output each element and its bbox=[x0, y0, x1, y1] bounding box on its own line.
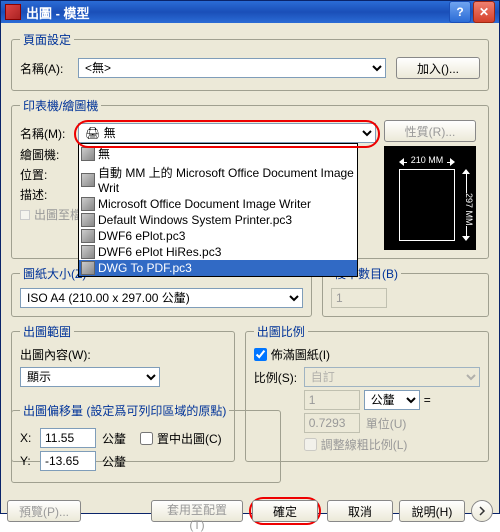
fit-to-paper-label: 佈滿圖紙(I) bbox=[271, 346, 330, 363]
help-button[interactable]: 說明(H) bbox=[399, 500, 465, 522]
center-plot-label: 置中出圖(C) bbox=[157, 430, 222, 447]
scale-select: 自訂 bbox=[304, 367, 480, 387]
cancel-button[interactable]: 取消 bbox=[327, 500, 393, 522]
plotter-label: 繪圖機: bbox=[20, 146, 78, 163]
description-label: 描述: bbox=[20, 186, 78, 203]
scale-num-input bbox=[304, 390, 360, 410]
preview-page bbox=[399, 169, 455, 241]
printer-icon bbox=[81, 245, 95, 259]
plot-offset-group: 出圖偏移量 (設定爲可列印區域的原點) X: 公釐 置中出圖(C) Y: 公釐 bbox=[11, 402, 281, 483]
printer-icon bbox=[81, 213, 95, 227]
apply-to-layout-button: 套用至配置(T) bbox=[151, 500, 243, 522]
printer-option-none[interactable]: 無 bbox=[79, 144, 357, 163]
printer-option-dwg-to-pdf[interactable]: DWG To PDF.pc3 bbox=[79, 260, 357, 276]
printer-option-2[interactable]: Microsoft Office Document Image Writer bbox=[79, 196, 357, 212]
plot-offset-legend: 出圖偏移量 (設定爲可列印區域的原點) bbox=[20, 402, 229, 419]
printer-icon bbox=[81, 197, 95, 211]
printer-icon bbox=[81, 173, 95, 187]
add-page-setup-button[interactable]: 加入()... bbox=[396, 57, 480, 79]
app-icon bbox=[5, 4, 21, 20]
printer-legend: 印表機/繪圖機 bbox=[20, 97, 101, 114]
plot-dialog: 出圖 - 模型 ? ✕ 頁面設定 名稱(A): <無> 加入()... 印表機/… bbox=[0, 0, 500, 514]
width-arrow: 210 MM bbox=[399, 157, 455, 167]
expand-button[interactable] bbox=[471, 500, 493, 522]
red-highlight-ok: 確定 bbox=[249, 497, 321, 525]
printer-option-3[interactable]: Default Windows System Printer.pc3 bbox=[79, 212, 357, 228]
plot-scale-group: 出圖比例 佈滿圖紙(I) 比例(S): 自訂 公釐 = 單位(U) bbox=[245, 323, 489, 462]
printer-dropdown-list: 無 自動 MM 上的 Microsoft Office Document Ima… bbox=[78, 143, 358, 277]
window-title: 出圖 - 模型 bbox=[26, 3, 447, 22]
equals-label: = bbox=[424, 393, 431, 407]
page-name-select[interactable]: <無> bbox=[78, 58, 386, 78]
scale-label: 比例(S): bbox=[254, 369, 304, 386]
printer-name-select[interactable]: 🖨 無 無 自動 MM 上的 Microsoft Office Document… bbox=[78, 123, 376, 143]
plot-scale-legend: 出圖比例 bbox=[254, 323, 308, 340]
location-label: 位置: bbox=[20, 166, 78, 183]
printer-option-5[interactable]: DWF6 ePlot HiRes.pc3 bbox=[79, 244, 357, 260]
scale-unit-select[interactable]: 公釐 bbox=[364, 390, 420, 410]
plot-what-select[interactable]: 顯示 bbox=[20, 367, 160, 387]
scale-denom-input bbox=[304, 413, 360, 433]
plot-to-file-checkbox bbox=[20, 210, 30, 220]
plot-area-legend: 出圖範圍 bbox=[20, 323, 74, 340]
center-plot-checkbox[interactable] bbox=[140, 432, 153, 445]
printer-icon bbox=[81, 229, 95, 243]
plot-to-file-label: 出圖至檔 bbox=[34, 206, 82, 223]
page-setup-group: 頁面設定 名稱(A): <無> 加入()... bbox=[11, 31, 489, 91]
offset-x-label: X: bbox=[20, 431, 40, 445]
printer-icon bbox=[81, 147, 95, 161]
preview-button: 預覽(P)... bbox=[7, 500, 81, 522]
close-button[interactable]: ✕ bbox=[473, 1, 495, 23]
unit-label: 單位(U) bbox=[366, 415, 407, 432]
offset-x-input[interactable] bbox=[40, 428, 96, 448]
scale-lineweights-checkbox bbox=[304, 438, 317, 451]
offset-x-unit: 公釐 bbox=[102, 430, 126, 447]
offset-y-label: Y: bbox=[20, 454, 40, 468]
offset-y-input[interactable] bbox=[40, 451, 96, 471]
printer-option-4[interactable]: DWF6 ePlot.pc3 bbox=[79, 228, 357, 244]
printer-props-button: 性質(R)... bbox=[384, 120, 476, 142]
printer-name-label: 名稱(M): bbox=[20, 125, 78, 142]
page-name-label: 名稱(A): bbox=[20, 60, 78, 77]
fit-to-paper-checkbox[interactable] bbox=[254, 348, 267, 361]
paper-size-select[interactable]: ISO A4 (210.00 x 297.00 公釐) bbox=[20, 288, 303, 308]
paper-preview: 210 MM 297 MM bbox=[384, 146, 476, 250]
ok-button[interactable]: 確定 bbox=[252, 500, 318, 522]
help-titlebar-button[interactable]: ? bbox=[449, 1, 471, 23]
chevron-right-icon bbox=[477, 506, 487, 516]
titlebar: 出圖 - 模型 ? ✕ bbox=[1, 1, 499, 23]
page-setup-legend: 頁面設定 bbox=[20, 31, 74, 48]
copies-input bbox=[331, 288, 387, 308]
height-arrow: 297 MM bbox=[461, 169, 471, 241]
printer-group: 印表機/繪圖機 名稱(M): 🖨 無 無 自動 MM 上的 Microsoft … bbox=[11, 97, 489, 259]
plot-what-label: 出圖內容(W): bbox=[20, 346, 226, 363]
content: 頁面設定 名稱(A): <無> 加入()... 印表機/繪圖機 名稱(M): bbox=[1, 23, 499, 493]
printer-icon bbox=[81, 261, 95, 275]
footer: 預覽(P)... 套用至配置(T) 確定 取消 說明(H) bbox=[1, 493, 499, 529]
offset-y-unit: 公釐 bbox=[102, 453, 126, 470]
printer-option-1[interactable]: 自動 MM 上的 Microsoft Office Document Image… bbox=[79, 163, 357, 196]
scale-lineweights-label: 調整線粗比例(L) bbox=[321, 436, 408, 453]
